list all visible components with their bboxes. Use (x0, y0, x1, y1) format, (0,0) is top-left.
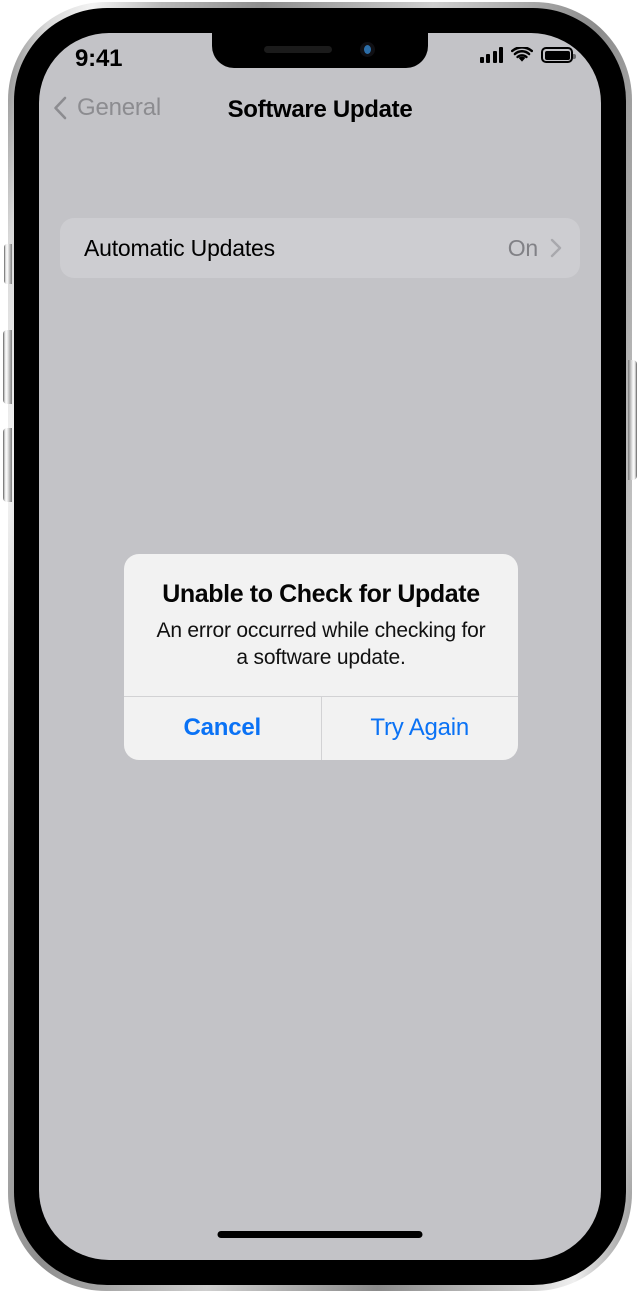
alert-dialog: Unable to Check for Update An error occu… (124, 554, 518, 760)
device-stage: 9:41 General Software Update Automatic U… (0, 0, 640, 1293)
ring-silent-switch[interactable] (4, 244, 12, 284)
alert-backdrop: Unable to Check for Update An error occu… (39, 33, 601, 1260)
home-indicator[interactable] (217, 1231, 423, 1238)
alert-message: An error occurred while checking for a s… (156, 619, 486, 669)
volume-up-button[interactable] (3, 330, 12, 404)
cancel-button[interactable]: Cancel (124, 697, 321, 760)
alert-button-row: Cancel Try Again (124, 695, 519, 760)
alert-title: Unable to Check for Update (162, 580, 480, 608)
device-screen: 9:41 General Software Update Automatic U… (39, 33, 601, 1260)
side-power-button[interactable] (628, 360, 637, 480)
alert-content: Unable to Check for Update An error occu… (124, 554, 518, 696)
volume-down-button[interactable] (3, 428, 12, 502)
try-again-button[interactable]: Try Again (320, 696, 519, 760)
